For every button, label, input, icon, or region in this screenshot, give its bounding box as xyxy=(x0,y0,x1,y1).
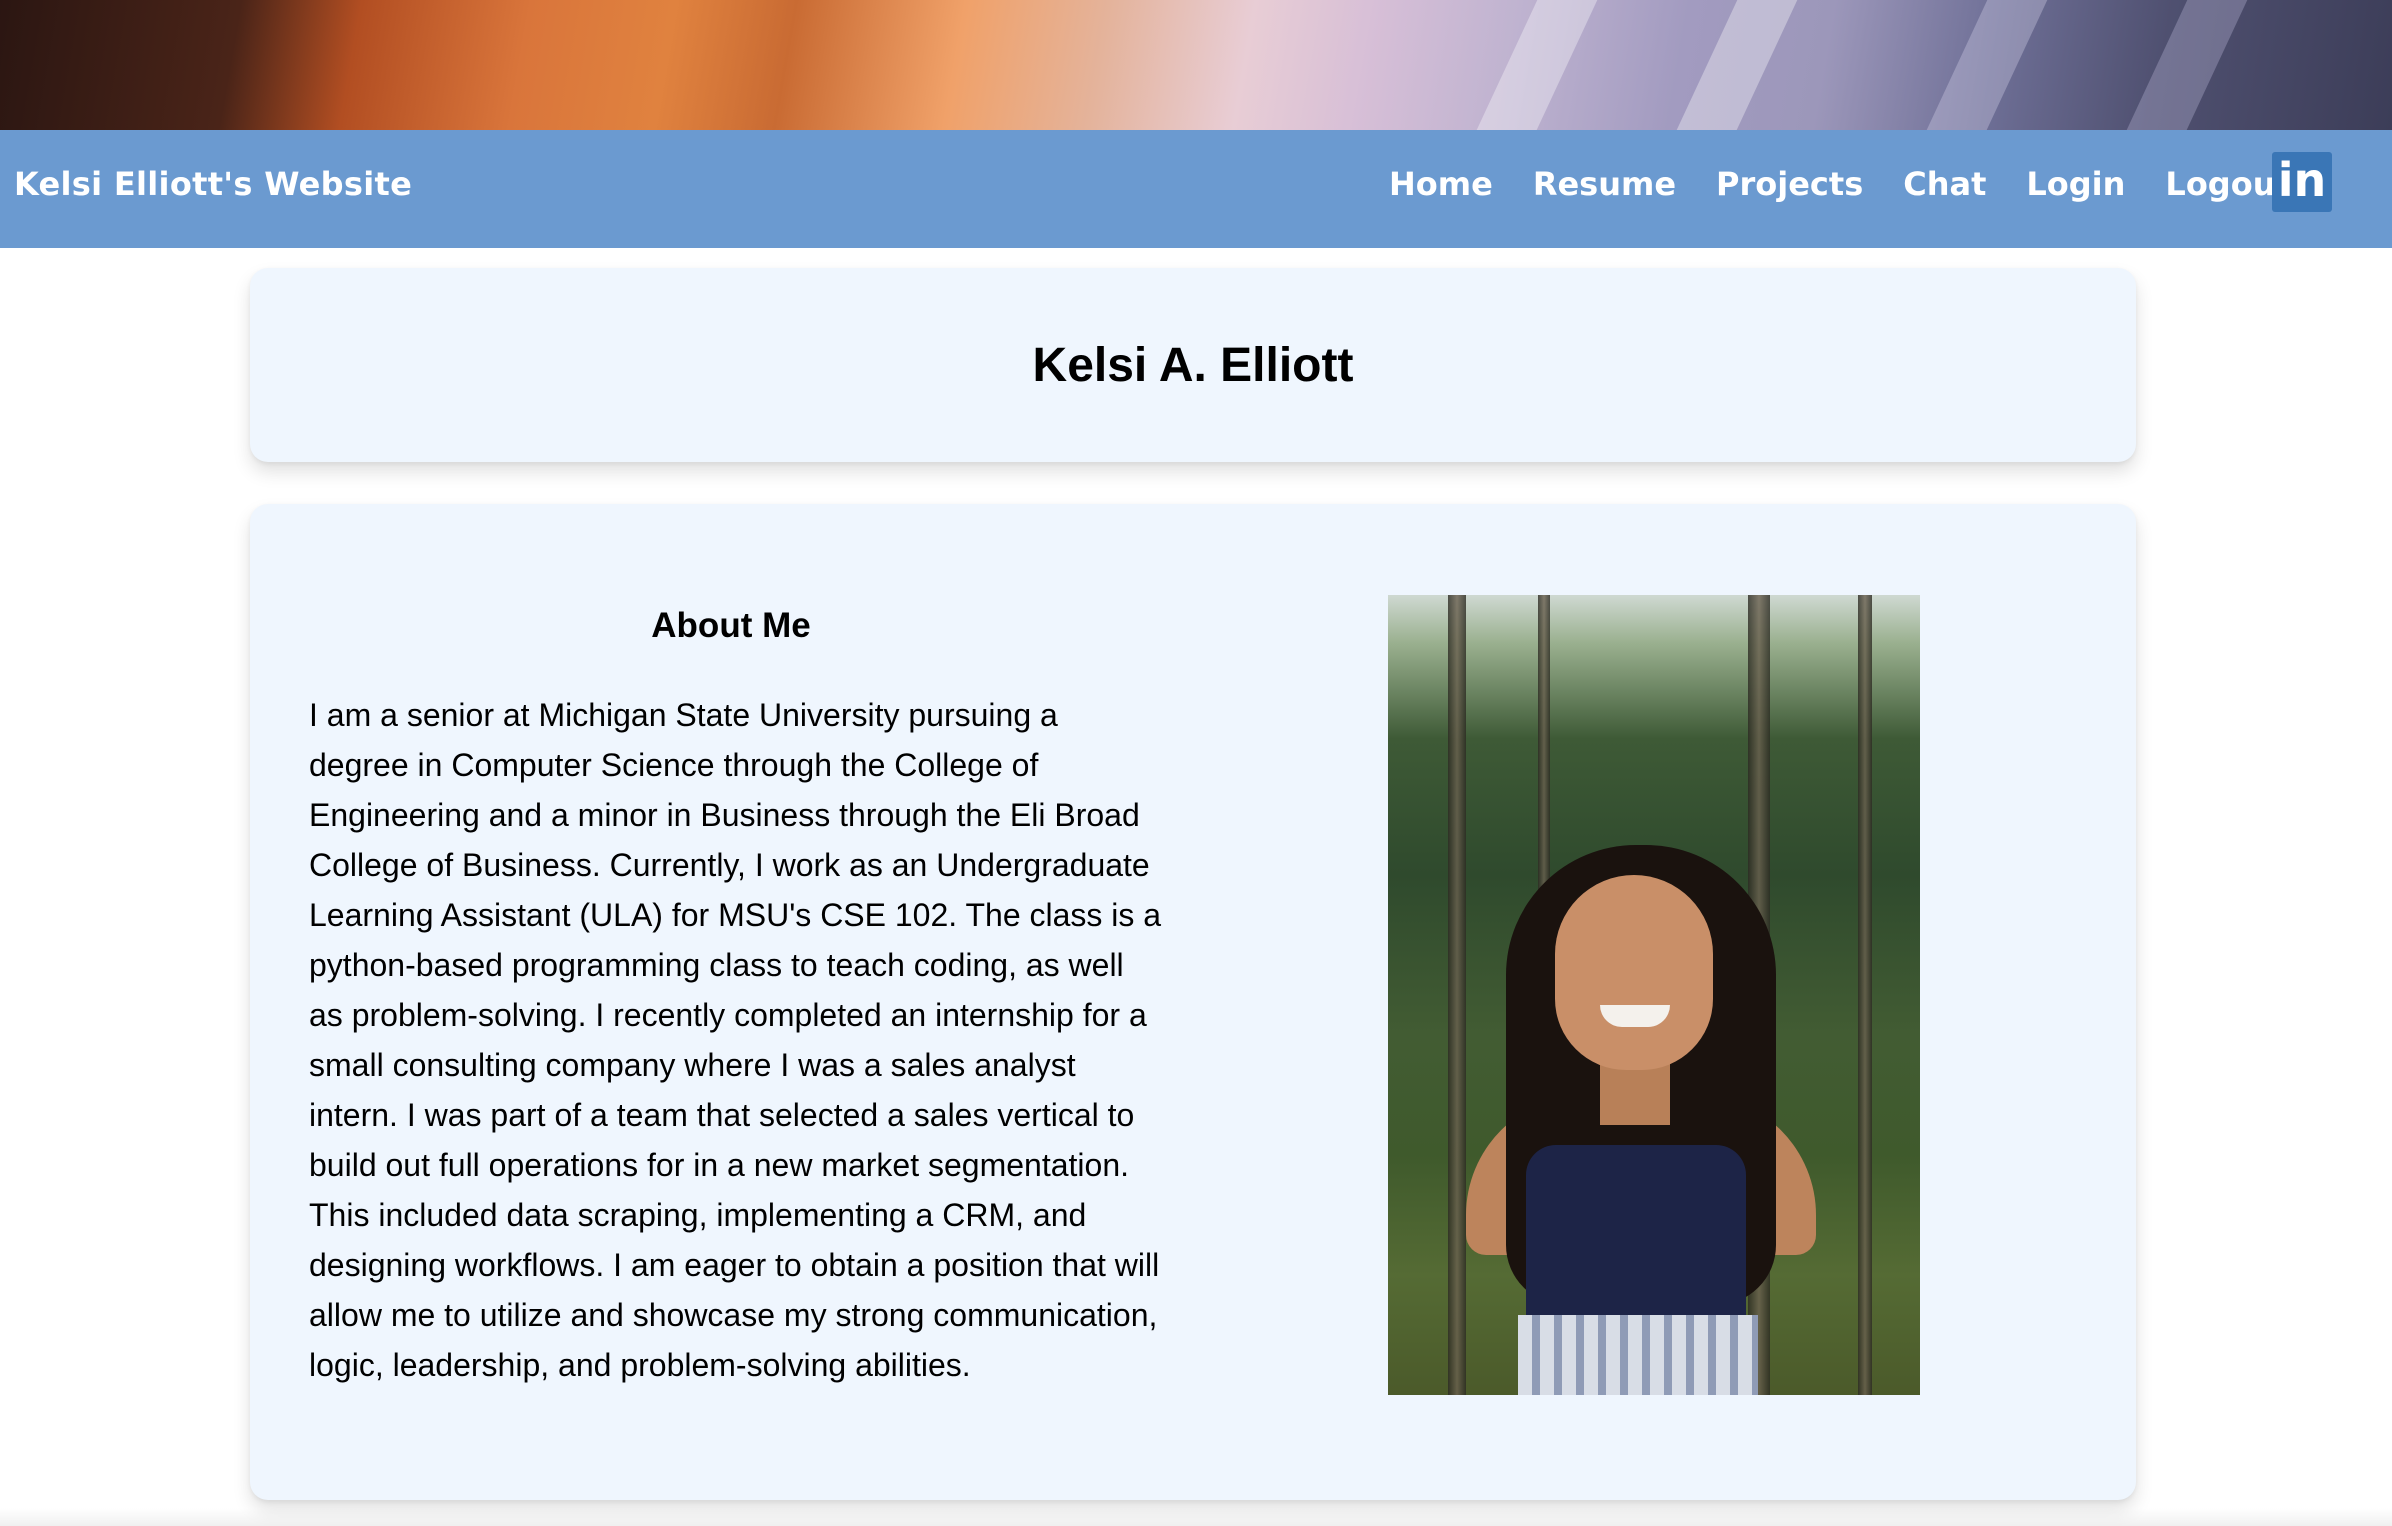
page-bottom-shadow xyxy=(0,1508,2392,1526)
photo-face xyxy=(1555,875,1713,1070)
header-banner-image xyxy=(0,0,2392,130)
nav-link-projects[interactable]: Projects xyxy=(1716,165,1863,203)
nav-link-home[interactable]: Home xyxy=(1389,165,1493,203)
nav-link-chat[interactable]: Chat xyxy=(1903,165,1986,203)
nav-links: Home Resume Projects Chat Login Logout xyxy=(1389,165,2331,203)
navbar: Kelsi Elliott's Website Home Resume Proj… xyxy=(0,130,2392,248)
photo-smile xyxy=(1600,1005,1670,1027)
page-title: Kelsi A. Elliott xyxy=(1032,339,1354,392)
banner-streak xyxy=(1653,0,1807,130)
photo-tree-trunk xyxy=(1858,595,1872,1395)
nav-link-resume[interactable]: Resume xyxy=(1533,165,1676,203)
banner-streak xyxy=(2103,0,2257,130)
title-card: Kelsi A. Elliott xyxy=(250,268,2136,462)
photo-tree-trunk xyxy=(1448,595,1466,1395)
photo-pants xyxy=(1518,1315,1758,1395)
site-brand-link[interactable]: Kelsi Elliott's Website xyxy=(14,165,412,203)
linkedin-icon[interactable]: in xyxy=(2272,152,2332,212)
banner-streak xyxy=(1903,0,2057,130)
linkedin-icon-label: in xyxy=(2277,153,2327,207)
profile-photo xyxy=(1388,595,1920,1395)
about-card: About Me I am a senior at Michigan State… xyxy=(250,504,2136,1500)
nav-link-login[interactable]: Login xyxy=(2026,165,2125,203)
about-heading: About Me xyxy=(651,606,811,645)
about-paragraph: I am a senior at Michigan State Universi… xyxy=(309,697,1162,1383)
banner-streak xyxy=(1453,0,1607,130)
